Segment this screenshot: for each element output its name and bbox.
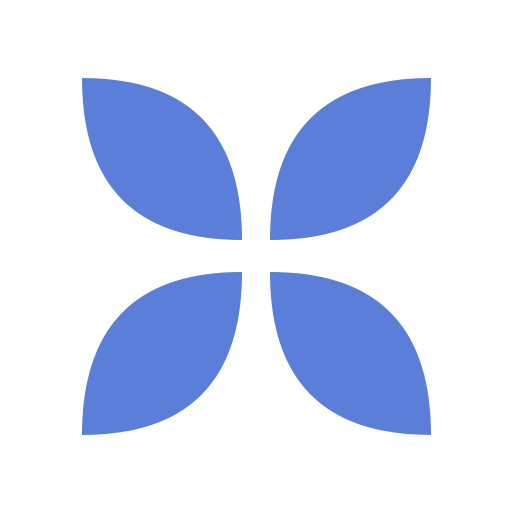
four-petal-flower-logo-icon — [82, 78, 431, 435]
app-icon-canvas — [0, 0, 512, 512]
top-right-petal — [270, 78, 431, 240]
bottom-left-petal — [82, 272, 242, 435]
top-left-petal — [82, 78, 242, 240]
bottom-right-petal — [270, 272, 431, 435]
